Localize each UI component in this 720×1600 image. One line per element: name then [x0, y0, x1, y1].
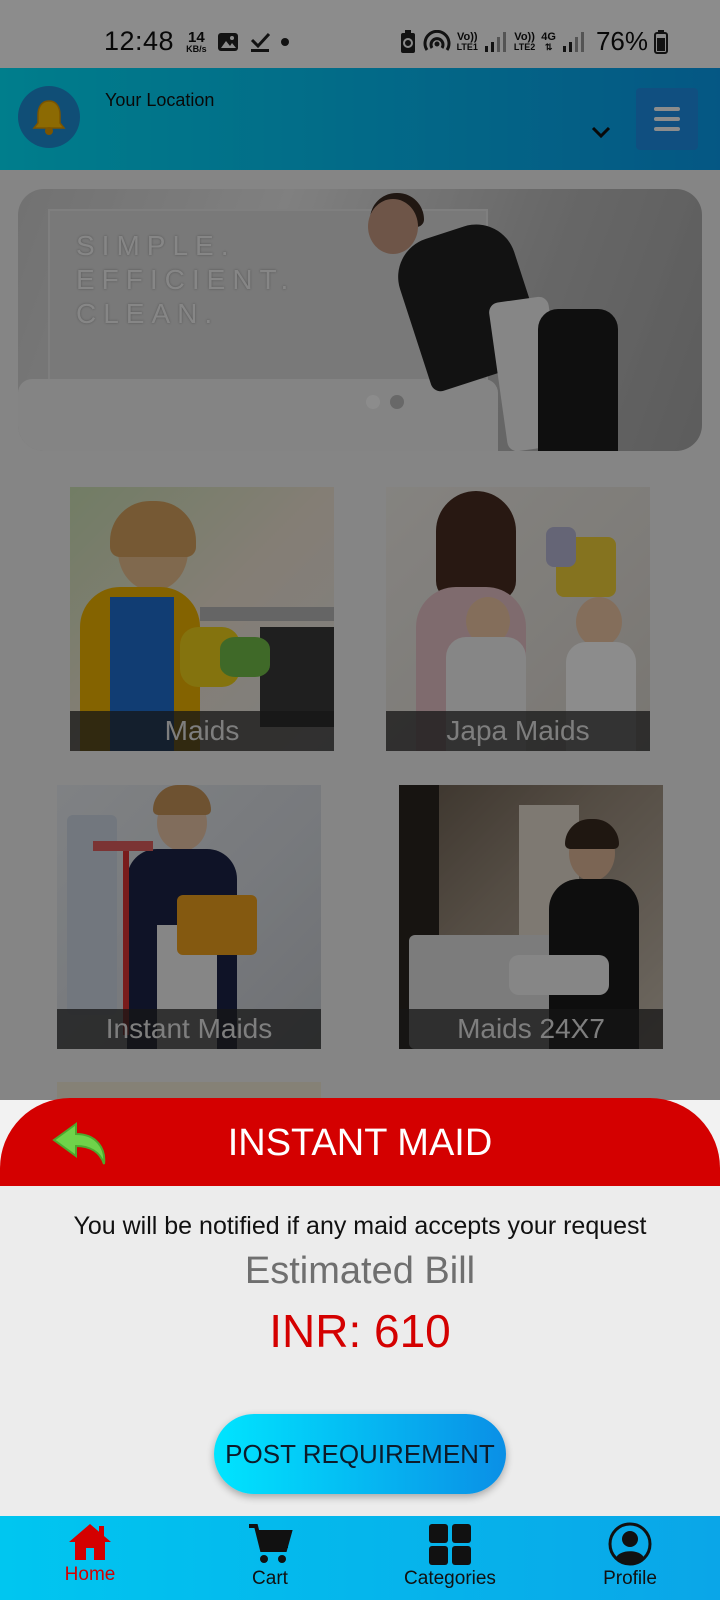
- signal-sim1-icon: [484, 31, 506, 52]
- modal-backdrop[interactable]: [0, 68, 720, 1100]
- sheet-body: You will be notified if any maid accepts…: [0, 1186, 720, 1516]
- network-speed: 14 KB/s: [186, 30, 207, 54]
- notification-dot-icon: [280, 37, 289, 46]
- network-type-label: 4G: [541, 30, 556, 43]
- signal-sim2-icon: [562, 31, 584, 52]
- sim1-lte-label: LTE1: [456, 41, 478, 52]
- sim2-volte-label: Vo)): [514, 30, 535, 43]
- sheet-header: INSTANT MAID: [0, 1098, 720, 1186]
- estimated-bill-amount: INR: 610: [269, 1305, 451, 1357]
- nav-label: Cart: [252, 1568, 288, 1589]
- nav-label: Categories: [404, 1568, 496, 1589]
- sim2-lte-label: LTE2: [513, 41, 536, 52]
- notify-text: You will be notified if any maid accepts…: [73, 1212, 647, 1240]
- battery-saver-icon: [400, 29, 415, 53]
- nav-cart[interactable]: Cart: [200, 1522, 340, 1590]
- network-speed-unit: KB/s: [186, 43, 207, 54]
- estimated-bill-label: Estimated Bill: [244, 1250, 476, 1292]
- grid-icon: [429, 1524, 471, 1565]
- sheet-title: INSTANT MAID: [227, 1122, 493, 1164]
- hotspot-icon: [423, 29, 451, 51]
- status-time: 12:48: [104, 26, 175, 56]
- cart-icon: [249, 1524, 293, 1563]
- battery-percent: 76%: [595, 26, 648, 56]
- sim1-volte: Vo)) LTE1: [456, 30, 478, 52]
- nav-label: Profile: [603, 1568, 657, 1589]
- post-requirement-button[interactable]: POST REQUIREMENT: [214, 1414, 506, 1494]
- network-type: 4G ⇅: [541, 30, 556, 52]
- sim1-volte-label: Vo)): [456, 30, 478, 43]
- profile-icon: [608, 1522, 652, 1566]
- nav-categories[interactable]: Categories: [380, 1522, 520, 1590]
- sim2-volte: Vo)) LTE2: [513, 30, 536, 52]
- data-arrows-icon: ⇅: [544, 41, 553, 52]
- status-bar: 12:48 14 KB/s Vo)) LTE1 Vo)) LTE2 4G ⇅ 7…: [0, 0, 720, 68]
- gallery-icon: [217, 32, 238, 51]
- network-speed-value: 14: [187, 28, 205, 46]
- battery-icon: [654, 29, 668, 54]
- nav-profile[interactable]: Profile: [560, 1522, 700, 1590]
- home-icon: [69, 1524, 111, 1560]
- bottom-nav: Home Cart Categories Profile: [0, 1516, 720, 1600]
- download-done-icon: [250, 32, 270, 52]
- nav-label: Home: [64, 1564, 116, 1585]
- nav-home[interactable]: Home: [20, 1522, 160, 1586]
